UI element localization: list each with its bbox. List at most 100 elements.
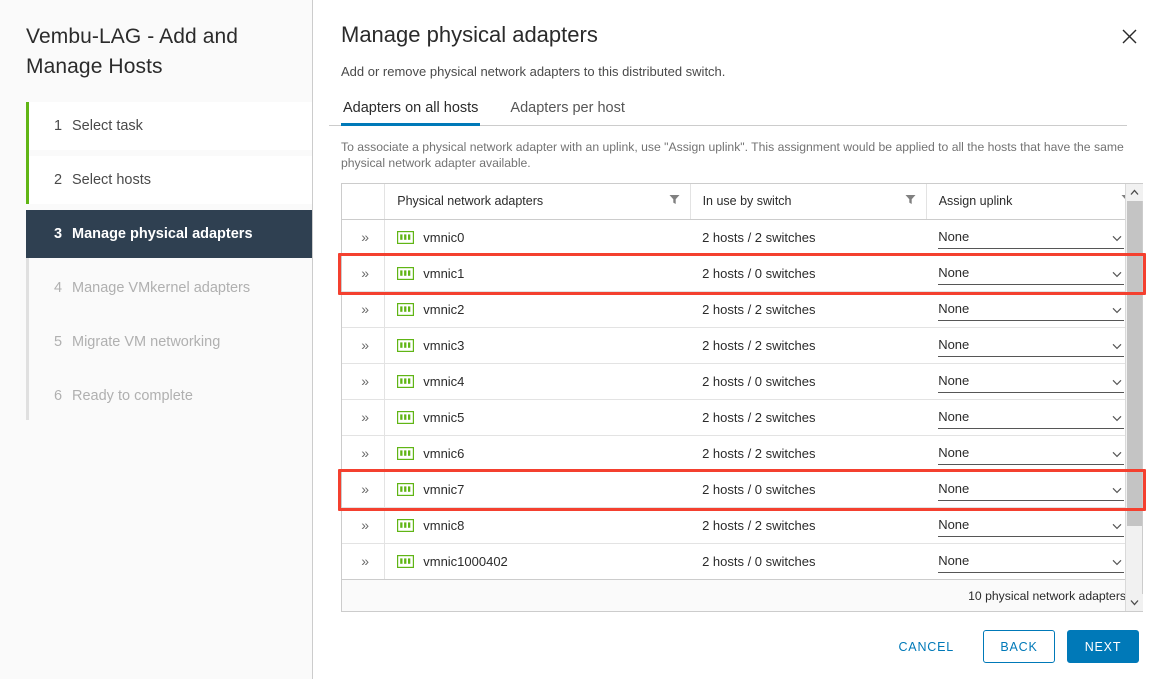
table-row[interactable]: » vmnic5 2 hosts / 2 switches None xyxy=(342,399,1142,436)
column-header-in-use-by-switch[interactable]: In use by switch xyxy=(689,184,927,220)
step-number: 5 xyxy=(54,334,63,350)
sidebar-step-manage-vmkernel-adapters[interactable]: 4 Manage VMkernel adapters xyxy=(26,264,312,312)
chevron-down-icon[interactable] xyxy=(1112,518,1122,533)
assign-uplink-dropdown[interactable]: None xyxy=(938,333,1125,357)
adapter-name-cell: vmnic1 xyxy=(384,255,691,292)
filter-icon[interactable] xyxy=(905,194,916,208)
expand-chevrons-icon[interactable]: » xyxy=(361,481,369,497)
sidebar-step-ready-to-complete[interactable]: 6 Ready to complete xyxy=(26,372,312,420)
in-use-by-switch-cell: 2 hosts / 0 switches xyxy=(690,363,927,400)
assign-uplink-dropdown[interactable]: None xyxy=(938,441,1125,465)
assign-uplink-cell: None xyxy=(926,363,1142,400)
close-icon[interactable] xyxy=(1115,22,1143,50)
nic-icon xyxy=(397,230,415,244)
in-use-by-switch-cell: 2 hosts / 2 switches xyxy=(690,507,927,544)
chevron-down-icon[interactable] xyxy=(1112,266,1122,281)
assign-uplink-dropdown[interactable]: None xyxy=(938,261,1125,285)
chevron-down-icon[interactable] xyxy=(1112,338,1122,353)
sidebar-step-select-task[interactable]: 1 Select task xyxy=(26,102,312,150)
expand-chevrons-icon[interactable]: » xyxy=(361,409,369,425)
assign-uplink-dropdown[interactable]: None xyxy=(938,513,1125,537)
assign-uplink-dropdown[interactable]: None xyxy=(938,549,1125,574)
adapter-name: vmnic0 xyxy=(423,229,465,245)
expand-chevrons-icon[interactable]: » xyxy=(361,517,369,533)
adapter-name-cell: vmnic4 xyxy=(384,363,691,400)
adapter-name: vmnic4 xyxy=(423,373,465,389)
assign-uplink-cell: None xyxy=(926,507,1142,544)
scrollbar-thumb[interactable] xyxy=(1127,201,1142,526)
row-expand-cell[interactable]: » xyxy=(342,507,385,544)
row-expand-cell[interactable]: » xyxy=(342,543,385,579)
chevron-down-icon[interactable] xyxy=(1112,374,1122,389)
row-expand-cell[interactable]: » xyxy=(342,255,385,292)
nic-icon xyxy=(397,374,415,388)
column-header-physical-network-adapters[interactable]: Physical network adapters xyxy=(384,184,691,220)
sidebar-step-select-hosts[interactable]: 2 Select hosts xyxy=(26,156,312,204)
row-expand-cell[interactable]: » xyxy=(342,363,385,400)
adapter-name: vmnic1000402 xyxy=(423,553,508,569)
adapter-name-cell: vmnic0 xyxy=(384,219,691,256)
tab-adapters-on-all-hosts[interactable]: Adapters on all hosts xyxy=(341,96,481,126)
expand-label: » xyxy=(361,229,369,245)
expand-chevrons-icon[interactable]: » xyxy=(361,265,369,281)
table-row[interactable]: » vmnic6 2 hosts / 2 switches None xyxy=(342,435,1142,472)
expand-chevrons-icon[interactable]: » xyxy=(361,337,369,353)
sidebar-step-migrate-vm-networking[interactable]: 5 Migrate VM networking xyxy=(26,318,312,366)
column-label: In use by switch xyxy=(702,194,792,209)
row-expand-cell[interactable]: » xyxy=(342,471,385,508)
table-scrollbar[interactable] xyxy=(1125,184,1143,611)
assign-uplink-dropdown[interactable]: None xyxy=(938,369,1125,393)
chevron-down-icon[interactable] xyxy=(1112,482,1122,497)
table-row[interactable]: » vmnic8 2 hosts / 2 switches None xyxy=(342,507,1142,544)
row-expand-cell[interactable]: » xyxy=(342,399,385,436)
nic-icon xyxy=(397,410,415,424)
scroll-up-icon[interactable] xyxy=(1126,184,1143,201)
assign-uplink-dropdown[interactable]: None xyxy=(938,477,1125,501)
assign-uplink-value: None xyxy=(938,445,970,460)
step-number: 6 xyxy=(54,388,63,404)
wizard-footer: CANCEL BACK NEXT xyxy=(881,630,1139,663)
table-row[interactable]: » vmnic7 2 hosts / 0 switches None xyxy=(342,471,1142,508)
expand-chevrons-icon[interactable]: » xyxy=(361,445,369,461)
table-row[interactable]: » vmnic2 2 hosts / 2 switches None xyxy=(342,291,1142,328)
scroll-down-icon[interactable] xyxy=(1126,594,1143,611)
tab-adapters-per-host[interactable]: Adapters per host xyxy=(508,96,626,126)
expand-chevrons-icon[interactable]: » xyxy=(361,373,369,389)
assign-uplink-dropdown[interactable]: None xyxy=(938,297,1125,321)
row-expand-cell[interactable]: » xyxy=(342,327,385,364)
chevron-down-icon[interactable] xyxy=(1112,410,1122,425)
expand-chevrons-icon[interactable]: » xyxy=(361,301,369,317)
sidebar-step-manage-physical-adapters[interactable]: 3 Manage physical adapters xyxy=(26,210,312,258)
row-expand-cell[interactable]: » xyxy=(342,435,385,472)
chevron-down-icon[interactable] xyxy=(1112,302,1122,317)
nic-icon xyxy=(397,554,415,568)
row-expand-cell[interactable]: » xyxy=(342,291,385,328)
assign-uplink-value: None xyxy=(938,481,970,496)
expand-chevrons-icon[interactable]: » xyxy=(361,229,369,245)
assign-uplink-dropdown[interactable]: None xyxy=(938,405,1125,429)
assign-uplink-value: None xyxy=(938,337,970,352)
table-row[interactable]: » vmnic0 2 hosts / 2 switches None xyxy=(342,219,1142,256)
table-row[interactable]: » vmnic1000402 2 hosts / 0 switches None xyxy=(342,543,1142,579)
next-button[interactable]: NEXT xyxy=(1067,630,1139,663)
assign-uplink-value: None xyxy=(938,229,970,244)
chevron-down-icon[interactable] xyxy=(1112,230,1122,245)
back-button[interactable]: BACK xyxy=(983,630,1055,663)
chevron-down-icon[interactable] xyxy=(1112,554,1122,569)
column-header-assign-uplink[interactable]: Assign uplink xyxy=(925,184,1142,220)
adapter-name: vmnic8 xyxy=(423,517,465,533)
table-row[interactable]: » vmnic3 2 hosts / 2 switches None xyxy=(342,327,1142,364)
row-expand-cell[interactable]: » xyxy=(342,219,385,256)
page-subtitle: Add or remove physical network adapters … xyxy=(341,64,726,79)
expand-chevrons-icon[interactable]: » xyxy=(361,553,369,569)
chevron-down-icon[interactable] xyxy=(1112,446,1122,461)
table-row[interactable]: » vmnic4 2 hosts / 0 switches None xyxy=(342,363,1142,400)
filter-icon[interactable] xyxy=(669,194,680,208)
adapter-name: vmnic7 xyxy=(423,481,465,497)
adapter-name-cell: vmnic2 xyxy=(384,291,691,328)
step-label: Select task xyxy=(72,118,143,134)
table-row[interactable]: » vmnic1 2 hosts / 0 switches None xyxy=(342,255,1142,292)
cancel-button[interactable]: CANCEL xyxy=(881,630,971,663)
assign-uplink-dropdown[interactable]: None xyxy=(938,225,1125,249)
step-label: Manage VMkernel adapters xyxy=(72,280,251,296)
